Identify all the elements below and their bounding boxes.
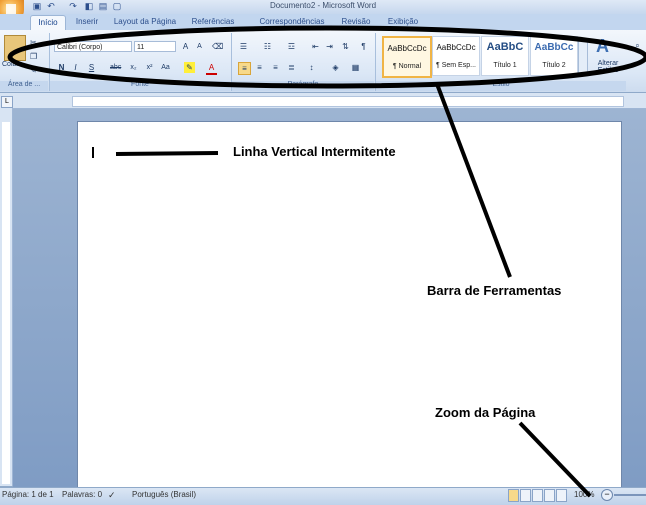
annotation-overlay — [7, 25, 646, 498]
zoom-pointer-line — [518, 421, 592, 498]
toolbar-pointer-line — [435, 83, 512, 278]
zoom-annotation: Zoom da Página — [435, 405, 536, 420]
toolbar-highlight-ellipse — [7, 25, 646, 89]
toolbar-annotation: Barra de Ferramentas — [427, 283, 562, 298]
cursor-annotation: Linha Vertical Intermitente — [233, 144, 396, 159]
cursor-pointer-line — [115, 151, 219, 156]
